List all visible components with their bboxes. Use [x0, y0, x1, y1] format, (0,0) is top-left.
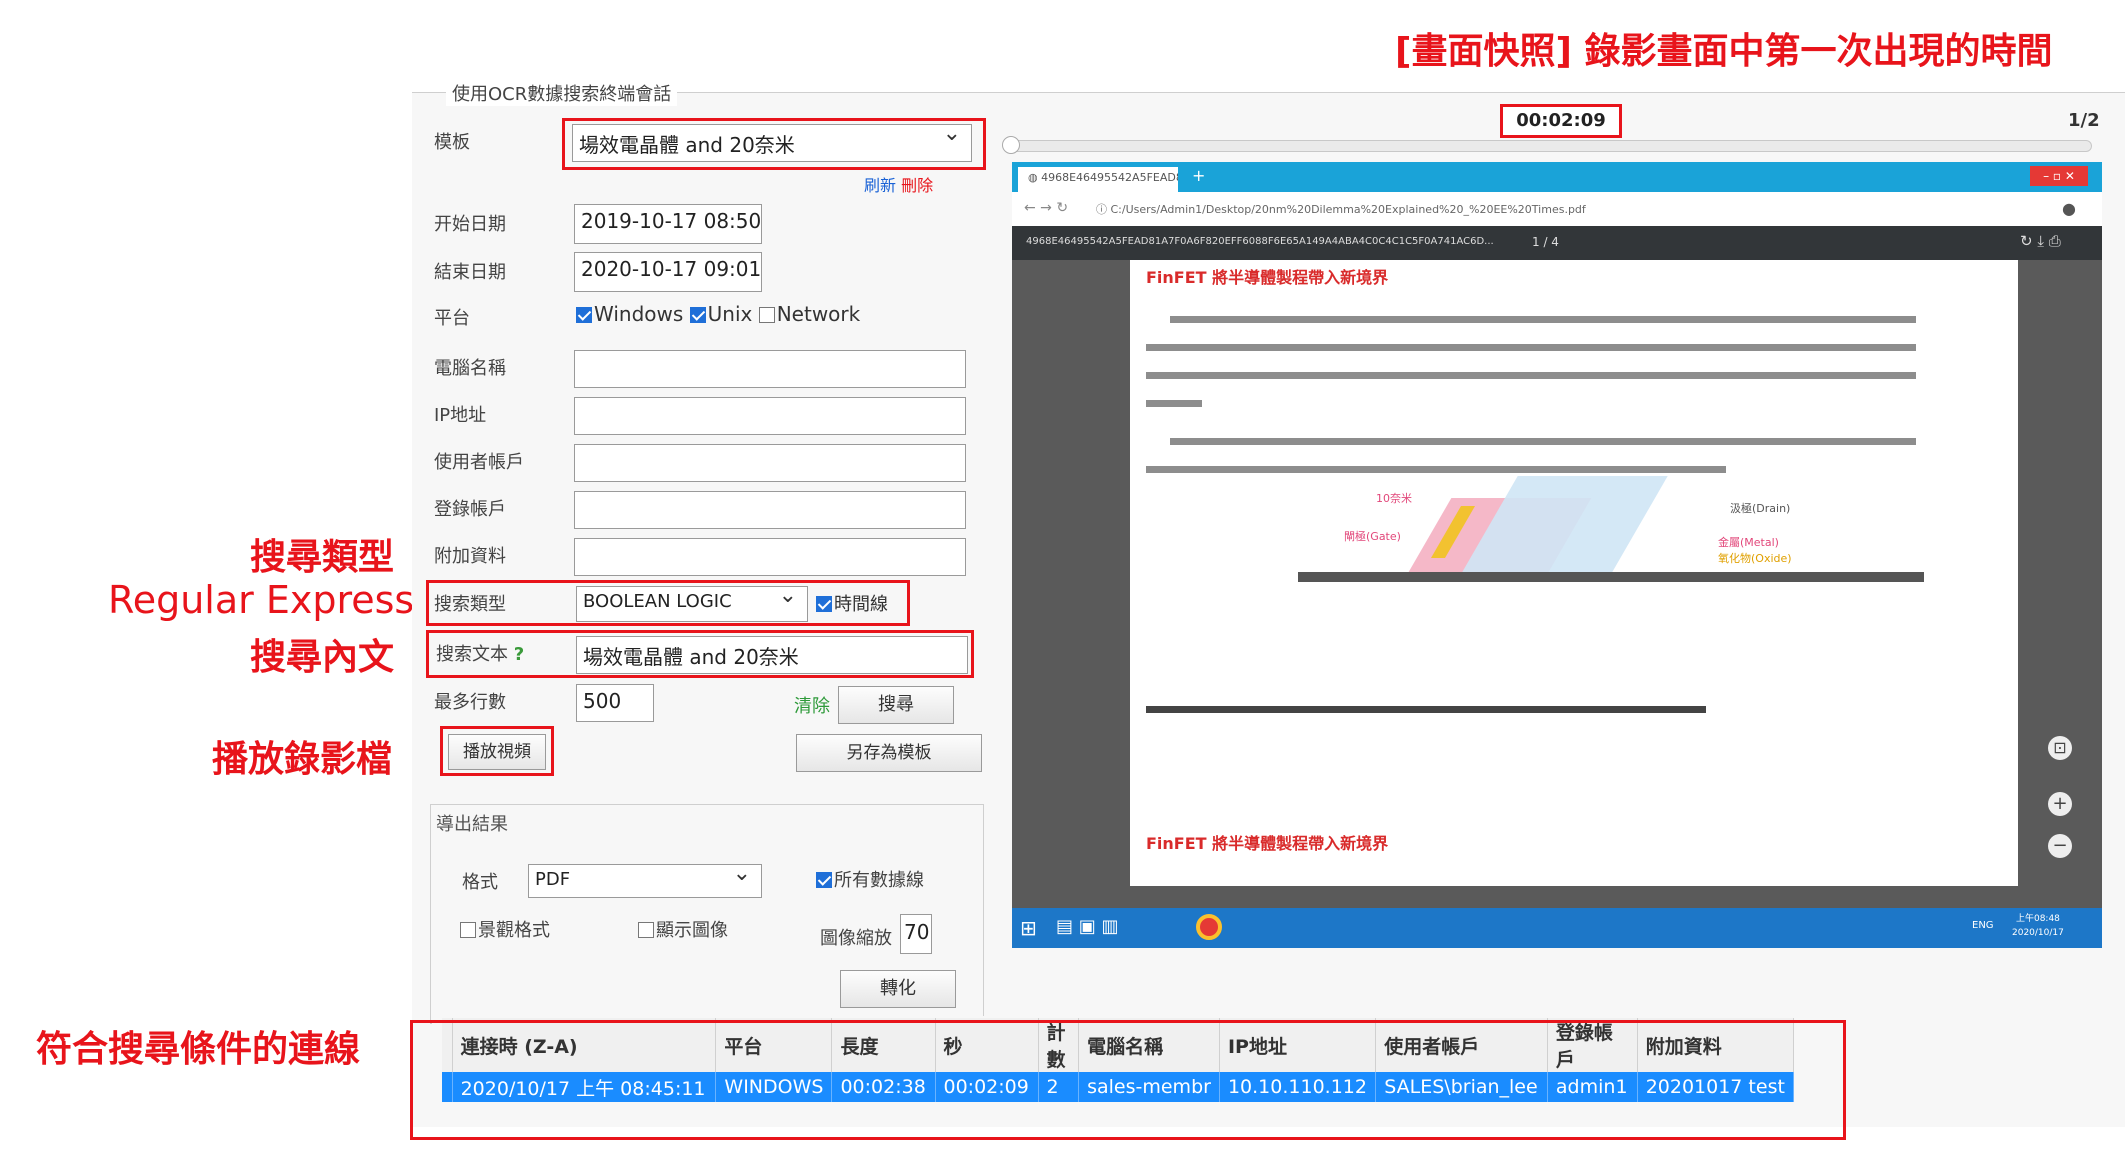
delete-link[interactable]: 刪除: [901, 176, 933, 195]
platform-options: Windows Unix Network: [576, 302, 860, 326]
pdf-page-counter: 1 / 4: [1532, 235, 1559, 249]
windows-taskbar: ⊞ ▤ ▣ ▥ ENG 上午08:48 2020/10/17: [1012, 908, 2102, 948]
start-date-input[interactable]: 2019-10-17 08:50: [574, 204, 762, 244]
nav-arrows-icon[interactable]: ← → ↻: [1024, 200, 1068, 216]
login-account-input[interactable]: [574, 491, 966, 529]
pdf-actions-icon[interactable]: ↻ ⤓ ⎙: [2020, 232, 2061, 250]
label-oxide: 氧化物(Oxide): [1718, 552, 1792, 565]
format-label: 格式: [462, 872, 498, 893]
annotation-snapshot-time: [畫面快照] 錄影畫面中第一次出現的時間: [1395, 31, 2053, 72]
platform-network-checkbox[interactable]: Network: [758, 302, 860, 326]
platform-windows-checkbox[interactable]: Windows: [576, 302, 683, 326]
annotation-matching-sessions: 符合搜尋條件的連線: [36, 1029, 361, 1070]
refresh-link[interactable]: 刷新: [864, 176, 896, 195]
checkbox-icon: [758, 307, 775, 323]
player-progress-track[interactable]: [1006, 140, 2092, 152]
tray-clock: 上午08:48 2020/10/17: [2012, 914, 2064, 938]
taskbar-apps-icon[interactable]: ▤ ▣ ▥: [1056, 916, 1118, 937]
annotation-search-text: 搜尋內文: [250, 637, 395, 678]
window-controls-icon[interactable]: – ▫ ✕: [2030, 166, 2088, 186]
label-metal: 金屬(Metal): [1718, 536, 1779, 549]
template-highlight: [562, 118, 986, 170]
annotation-regex: Regular Express: [108, 578, 415, 622]
platform-label: 平台: [434, 308, 470, 329]
end-date-input[interactable]: 2020-10-17 09:01: [574, 252, 762, 292]
login-account-label: 登錄帳戶: [434, 499, 506, 520]
format-select[interactable]: PDF: [528, 864, 762, 898]
search-text-highlight: [426, 630, 974, 678]
extra-input[interactable]: [574, 538, 966, 576]
computer-name-input[interactable]: [574, 350, 966, 388]
max-rows-input[interactable]: 500: [576, 684, 654, 722]
fit-page-icon[interactable]: ⊡: [2048, 736, 2072, 760]
search-button[interactable]: 搜尋: [838, 686, 954, 724]
zoom-input[interactable]: 70: [900, 914, 932, 954]
all-data-checkbox[interactable]: 所有數據線: [816, 866, 924, 892]
pdf-title: 4968E46495542A5FEAD81A7F0A6F820EFF6088F6…: [1026, 236, 1494, 247]
globe-icon: ◍: [1028, 171, 1042, 184]
checkbox-icon: [816, 872, 832, 888]
new-tab-icon[interactable]: +: [1192, 166, 1205, 185]
end-date-label: 結束日期: [434, 262, 506, 283]
profile-icon[interactable]: ●: [2062, 199, 2076, 218]
pdf-heading-2: FinFET 將半導體製程帶入新境界: [1146, 834, 1389, 853]
user-account-label: 使用者帳戶: [434, 452, 524, 473]
browser-tab[interactable]: ◍ 4968E46495542A5FEAD81...: [1018, 167, 1178, 192]
max-rows-label: 最多行數: [434, 692, 506, 713]
address-field[interactable]: ⓘ C:/Users/Admin1/Desktop/20nm%20Dilemma…: [1096, 201, 1586, 217]
pdf-heading: FinFET 將半導體製程帶入新境界: [1146, 268, 1389, 287]
save-template-button[interactable]: 另存為模板: [796, 734, 982, 772]
template-label: 模板: [434, 132, 470, 153]
zoom-label: 圖像縮放: [820, 928, 892, 949]
convert-button[interactable]: 轉化: [840, 970, 956, 1008]
diagram-fin: [1462, 476, 1668, 572]
checkbox-icon: [576, 307, 592, 323]
diagram-substrate: [1298, 572, 1924, 582]
zoom-out-icon[interactable]: −: [2048, 834, 2072, 858]
zoom-in-icon[interactable]: +: [2048, 792, 2072, 816]
ip-input[interactable]: [574, 397, 966, 435]
search-type-highlight: [426, 580, 910, 626]
ip-label: IP地址: [434, 405, 487, 426]
results-highlight: [410, 1020, 1846, 1140]
pdf-toolbar: 4968E46495542A5FEAD81A7F0A6F820EFF6088F6…: [1012, 226, 2102, 260]
checkbox-icon: [689, 307, 706, 323]
landscape-checkbox[interactable]: 景觀格式: [460, 916, 550, 942]
label-gate: 閘極(Gate): [1344, 530, 1401, 543]
player-time: 00:02:09: [1500, 104, 1622, 138]
export-title: 導出結果: [436, 814, 508, 835]
label-nm: 10奈米: [1376, 492, 1412, 505]
extra-label: 附加資料: [434, 546, 506, 567]
player-page: 1/2: [2068, 110, 2100, 131]
label-drain: 汲極(Drain): [1730, 502, 1791, 515]
browser-titlebar: ◍ 4968E46495542A5FEAD81... + – ▫ ✕: [1012, 162, 2102, 192]
pdf-page-2: FinFET 將半導體製程帶入新境界: [1130, 826, 2018, 886]
start-date-label: 开始日期: [434, 214, 506, 235]
recording-frame: ◍ 4968E46495542A5FEAD81... + – ▫ ✕ ← → ↻…: [1012, 162, 2102, 948]
user-account-input[interactable]: [574, 444, 966, 482]
checkbox-icon: [638, 922, 654, 938]
chrome-icon[interactable]: [1196, 914, 1222, 940]
annotation-play-video: 播放錄影檔: [212, 739, 393, 780]
clear-link[interactable]: 清除: [794, 692, 830, 718]
pdf-page: FinFET 將半導體製程帶入新境界 10奈米 閘極(Gate) 汲極(Drai…: [1130, 260, 2018, 826]
tray-language: ENG: [1972, 920, 1994, 931]
computer-name-label: 電腦名稱: [434, 358, 506, 379]
checkbox-icon: [460, 922, 476, 938]
windows-start-icon[interactable]: ⊞: [1020, 916, 1037, 940]
play-video-highlight: [440, 726, 554, 776]
browser-addressbar: ← → ↻ ⓘ C:/Users/Admin1/Desktop/20nm%20D…: [1012, 192, 2102, 226]
annotation-search-type: 搜尋類型: [250, 537, 395, 578]
panel-title: 使用OCR數據搜索終端會話: [446, 80, 678, 106]
show-image-checkbox[interactable]: 顯示圖像: [638, 916, 728, 942]
player-progress-handle[interactable]: [1002, 136, 1020, 154]
platform-unix-checkbox[interactable]: Unix: [689, 302, 752, 326]
